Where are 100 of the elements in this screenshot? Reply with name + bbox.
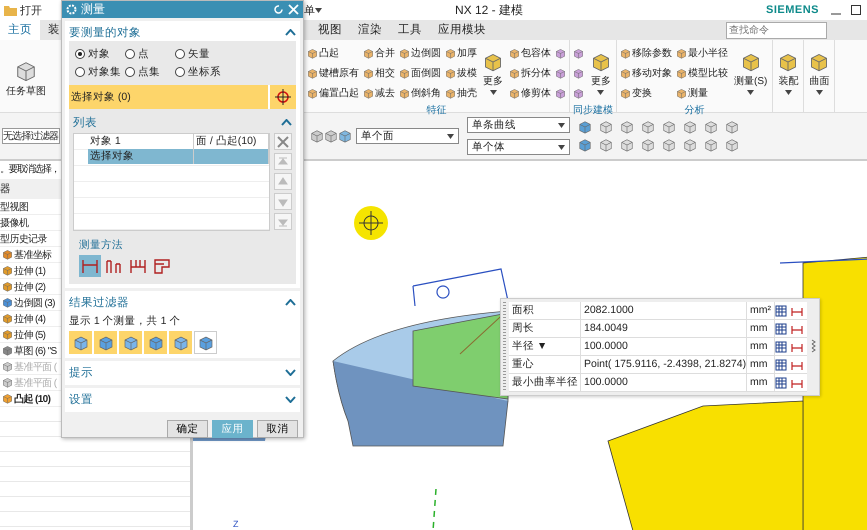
grid-icon[interactable] xyxy=(775,340,787,352)
expand-icon[interactable] xyxy=(811,339,817,353)
ribbon-button[interactable]: 抽壳 xyxy=(445,83,477,103)
cube-icon xyxy=(704,138,718,152)
ribbon-button[interactable]: 移除参数 xyxy=(620,43,672,63)
ribbon-button[interactable]: 任务草图 xyxy=(0,40,48,112)
section-title: 要测量的对象 xyxy=(69,26,141,40)
cube-icon xyxy=(620,88,631,98)
method-button[interactable] xyxy=(79,255,101,277)
cube-icon xyxy=(445,48,456,58)
tree-item[interactable]: 拉伸 (4) xyxy=(14,312,46,326)
ribbon-button[interactable]: 凸起 xyxy=(307,43,359,63)
chevron-icon[interactable] xyxy=(285,368,296,376)
tree-item[interactable]: 拉伸 (1) xyxy=(14,264,46,278)
table-cell[interactable] xyxy=(194,149,269,164)
result-value: Point( 175.9116, -2.4398, 21.8274) xyxy=(581,356,747,373)
chevron-icon[interactable] xyxy=(285,298,296,306)
ribbon-button[interactable]: 测量(S) xyxy=(732,43,770,103)
ribbon-button[interactable]: 最小半径 xyxy=(676,43,728,63)
filter-toggle[interactable] xyxy=(144,331,167,354)
radio-button[interactable] xyxy=(75,67,85,77)
grid-icon[interactable] xyxy=(775,322,787,334)
radio-option[interactable]: 矢量 xyxy=(175,47,235,61)
ribbon-button[interactable]: 移动对象 xyxy=(620,63,672,83)
ribbon-button[interactable]: 面倒圆 xyxy=(399,63,441,83)
ribbon-button[interactable]: 装配 xyxy=(776,43,800,103)
ribbon-button[interactable]: 减去 xyxy=(363,83,395,103)
ribbon-button[interactable]: 拆分体 xyxy=(509,63,551,83)
ribbon-tab[interactable]: 主页 xyxy=(0,20,40,40)
ribbon-button[interactable]: 相交 xyxy=(363,63,395,83)
radio-button[interactable] xyxy=(175,67,185,77)
ribbon-button[interactable]: 曲面 xyxy=(807,43,832,103)
ribbon-button[interactable]: 偏置凸起 xyxy=(307,83,359,103)
ribbon-button[interactable]: 倒斜角 xyxy=(399,83,441,103)
ribbon-button[interactable]: 拔模 xyxy=(445,63,477,83)
grid-icon[interactable] xyxy=(775,304,787,316)
remove-button[interactable] xyxy=(274,133,292,150)
ribbon-button[interactable]: 变换 xyxy=(620,83,672,103)
ribbon-button[interactable]: 包容体 xyxy=(509,43,551,63)
curve-rule-dropdown[interactable]: 单条曲线 xyxy=(467,117,570,133)
filter-toggle[interactable] xyxy=(69,331,92,354)
radio-option[interactable]: 点集 xyxy=(125,65,175,79)
grid-icon[interactable] xyxy=(775,376,787,388)
tree-item[interactable]: 拉伸 (5) xyxy=(14,328,46,342)
ribbon-button[interactable]: 测量 xyxy=(676,83,728,103)
ribbon-button[interactable]: 键槽原有 xyxy=(307,63,359,83)
body-rule-dropdown[interactable]: 单个体 xyxy=(467,139,570,155)
grid-icon[interactable] xyxy=(775,358,787,370)
cube-icon xyxy=(509,68,520,78)
radio-option[interactable]: 点 xyxy=(125,47,175,61)
ribbon-tab[interactable]: 应用模块 xyxy=(430,20,494,40)
cube-icon xyxy=(2,345,13,356)
radio-option[interactable]: 对象 xyxy=(75,47,125,61)
filter-toggle[interactable] xyxy=(119,331,142,354)
filter-toggle[interactable] xyxy=(194,331,217,354)
filter-dropdown[interactable]: 无选择过滤器 xyxy=(2,128,60,144)
ribbon-button[interactable]: 更多 xyxy=(588,43,613,103)
ribbon-button[interactable]: 加厚 xyxy=(445,43,477,63)
chevron-icon[interactable] xyxy=(281,118,292,126)
dialog-button[interactable]: 确定 xyxy=(167,420,208,438)
close-icon[interactable] xyxy=(288,4,299,15)
tree-item[interactable]: 拉伸 (2) xyxy=(14,280,46,294)
menu-label[interactable]: 单 xyxy=(304,2,315,18)
radio-button[interactable] xyxy=(75,49,85,59)
tree-item[interactable]: 基准坐标 xyxy=(14,248,52,262)
cue-line: 。要取消选择， xyxy=(0,162,60,177)
radio-option[interactable]: 坐标系 xyxy=(175,65,235,79)
ribbon-button[interactable]: 模型比较 xyxy=(676,63,728,83)
radio-button[interactable] xyxy=(125,49,135,59)
crosshair-icon[interactable] xyxy=(275,89,291,105)
ribbon-tab[interactable]: 工具 xyxy=(390,20,430,40)
radio-button[interactable] xyxy=(125,67,135,77)
gear-icon xyxy=(66,4,77,15)
dropdown-marker[interactable]: ▼ xyxy=(536,340,548,352)
ribbon-tab[interactable]: 视图 xyxy=(310,20,350,40)
open-button[interactable]: 打开 xyxy=(20,2,42,18)
filter-toggle[interactable] xyxy=(169,331,192,354)
cube-icon xyxy=(555,68,566,78)
filter-toggle[interactable] xyxy=(94,331,117,354)
ribbon-button[interactable]: 修剪体 xyxy=(509,83,551,103)
cube-icon xyxy=(399,48,410,58)
search-field[interactable]: 查找命令 xyxy=(726,22,827,38)
cube-icon xyxy=(620,138,634,152)
ribbon-button[interactable]: 合并 xyxy=(363,43,395,63)
maximize-icon[interactable] xyxy=(851,5,861,15)
ribbon-button[interactable]: 边倒圆 xyxy=(399,43,441,63)
tree-item[interactable]: 边倒圆 (3) xyxy=(14,296,55,310)
ribbon-button[interactable]: 更多 xyxy=(481,43,505,103)
brand-logo: SIEMENS xyxy=(766,4,819,16)
table-cell[interactable]: 选择对象 xyxy=(88,149,194,164)
reset-icon[interactable] xyxy=(273,4,284,15)
ribbon-tab[interactable]: 渲染 xyxy=(350,20,390,40)
chevron-icon[interactable] xyxy=(285,396,296,402)
dialog-button[interactable]: 取消 xyxy=(257,420,298,438)
tree-item[interactable]: 凸起 (10) xyxy=(14,392,50,406)
radio-button[interactable] xyxy=(175,49,185,59)
tree-item[interactable]: 草图 (6) "S xyxy=(14,344,57,358)
radio-option[interactable]: 对象集 xyxy=(75,65,125,79)
chevron-icon[interactable] xyxy=(285,28,296,36)
face-rule-dropdown[interactable]: 单个面 xyxy=(356,128,459,144)
